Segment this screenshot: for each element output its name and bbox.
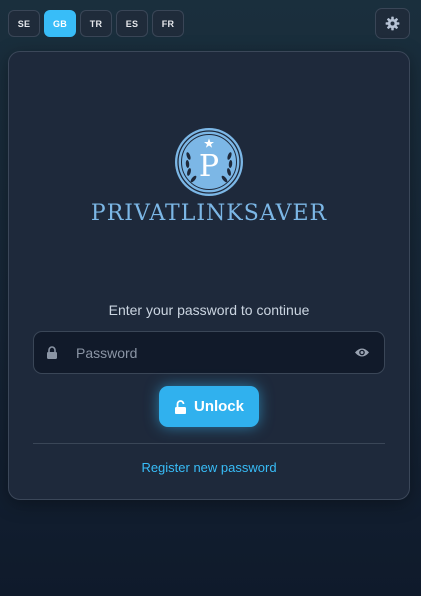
unlock-button[interactable]: Unlock (159, 386, 259, 427)
eye-icon[interactable] (354, 347, 370, 358)
lock-icon (47, 346, 57, 359)
register-password-link[interactable]: Register new password (9, 460, 409, 475)
logo-emblem: P (175, 128, 243, 196)
unlock-icon (174, 399, 186, 414)
password-field (33, 331, 385, 374)
lang-button-gb[interactable]: GB (44, 10, 76, 37)
brand-name: PRIVATLINKSAVER (90, 201, 328, 226)
divider (33, 443, 385, 444)
gear-icon (385, 16, 400, 31)
unlock-label: Unlock (193, 398, 244, 415)
lang-button-se[interactable]: SE (8, 10, 40, 37)
lang-button-es[interactable]: ES (116, 10, 148, 37)
login-prompt: Enter your password to continue (108, 302, 310, 318)
lang-button-fr[interactable]: FR (152, 10, 184, 37)
settings-button[interactable] (375, 8, 410, 39)
login-card: P PRIVATLINKSAVER Enter your password to… (8, 51, 410, 500)
language-switcher: SE GB TR ES FR (8, 10, 184, 37)
logo-letter: P (199, 149, 219, 184)
password-input[interactable] (74, 332, 344, 373)
lang-button-tr[interactable]: TR (80, 10, 112, 37)
